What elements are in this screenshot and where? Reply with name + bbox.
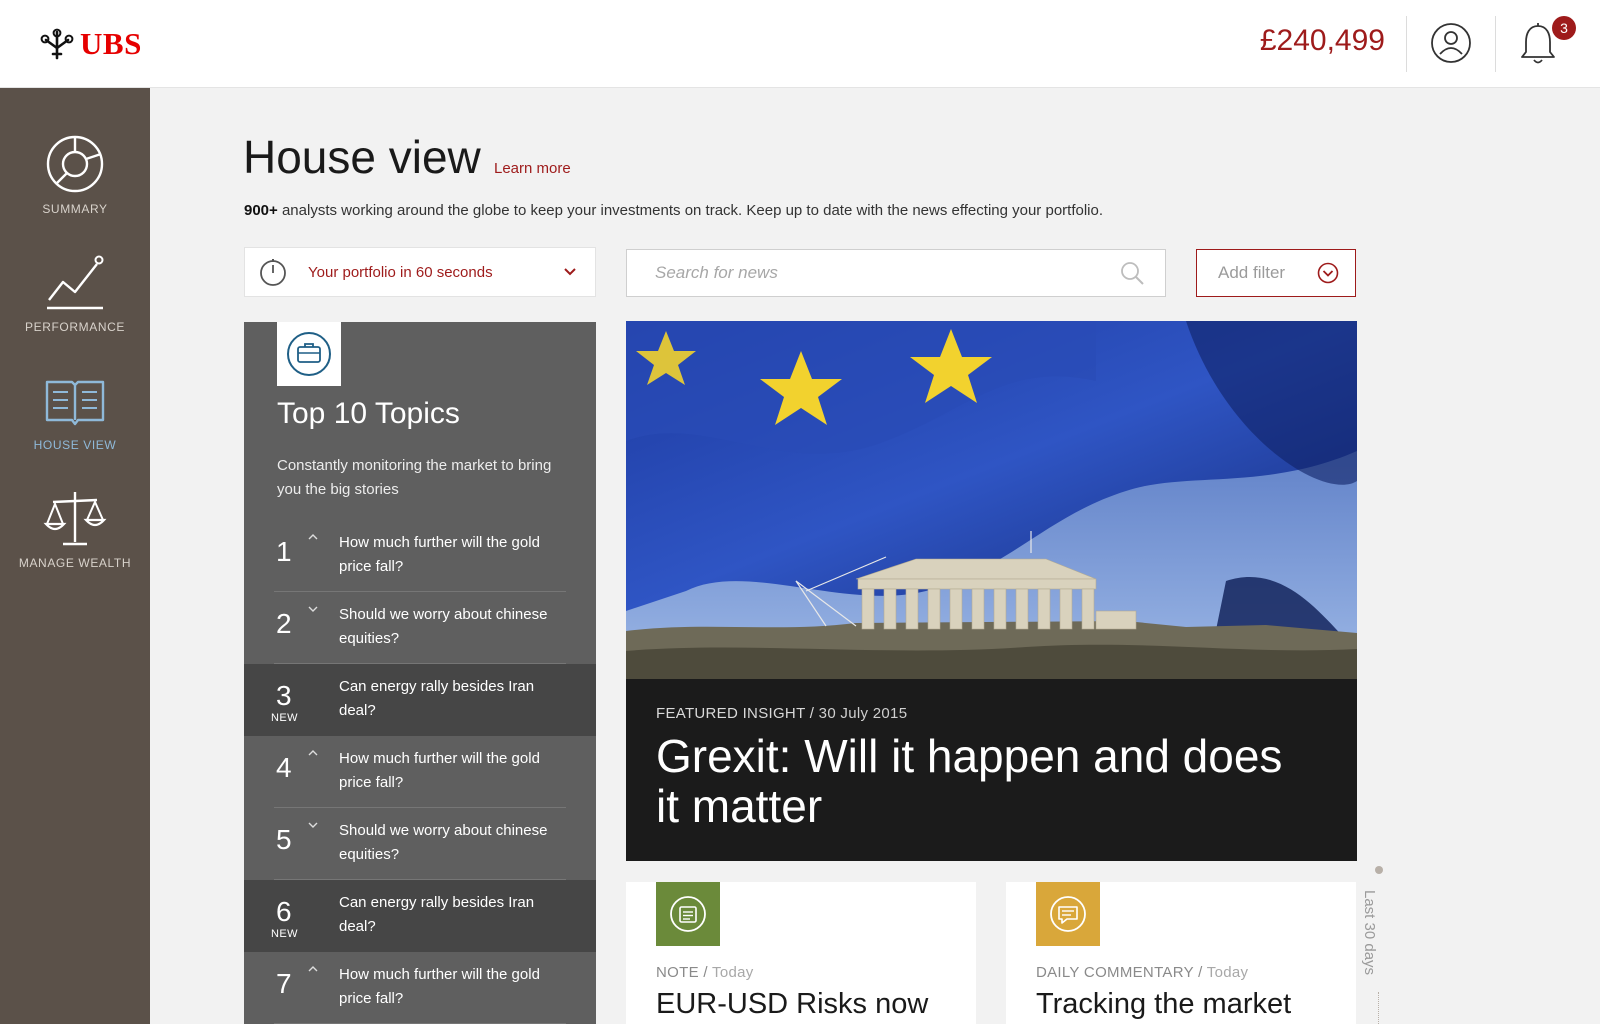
nav-label: HOUSE VIEW: [33, 438, 117, 452]
card-type: DAILY COMMENTARY: [1036, 964, 1194, 981]
topic-new-badge: NEW: [271, 928, 298, 940]
search-input[interactable]: [627, 250, 1119, 296]
topic-row[interactable]: 7 How much further will the gold price f…: [244, 952, 596, 1024]
news-card-daily-commentary[interactable]: DAILY COMMENTARY / Today Tracking the ma…: [1006, 882, 1356, 1024]
nav-item-house-view[interactable]: HOUSE VIEW: [0, 368, 150, 478]
top-header: UBS £240,499 3: [0, 0, 1600, 88]
ubs-keys-icon: [40, 28, 74, 60]
topics-title: Top 10 Topics: [277, 397, 460, 430]
topic-text: How much further will the gold price fal…: [339, 534, 540, 575]
topics-icon-box: [277, 322, 341, 386]
card-separator: /: [1198, 964, 1203, 981]
card-separator: /: [703, 964, 708, 981]
ubs-logo[interactable]: UBS: [40, 26, 142, 62]
user-icon: [1431, 23, 1471, 63]
briefcase-icon: [287, 332, 331, 376]
topics-description: Constantly monitoring the market to brin…: [277, 457, 552, 498]
topic-new-badge: NEW: [271, 712, 298, 724]
featured-type: FEATURED INSIGHT /: [656, 705, 815, 722]
stopwatch-icon: [260, 259, 286, 286]
featured-date: 30 July 2015: [818, 705, 908, 722]
line-chart-icon: [47, 255, 104, 310]
timeline-line: [1378, 992, 1379, 1024]
featured-image: [626, 321, 1357, 679]
timeline-label: Last 30 days: [1361, 890, 1378, 976]
intro-bold: 900+: [244, 202, 278, 219]
side-navigation: SUMMARY PERFORMANCE HOUSE VIEW MANAGE WE…: [0, 88, 150, 1024]
nav-item-performance[interactable]: PERFORMANCE: [0, 250, 150, 360]
featured-title: Grexit: Will it happen and does it matte…: [656, 730, 1283, 832]
topic-text: How much further will the gold price fal…: [339, 750, 540, 791]
topic-text: Should we worry about chinese equities?: [339, 822, 548, 863]
news-card-note[interactable]: NOTE / Today EUR-USD Risks now: [626, 882, 976, 1024]
notification-count-badge: 3: [1552, 16, 1576, 40]
topic-row[interactable]: 4 How much further will the gold price f…: [244, 736, 596, 808]
nav-label: MANAGE WEALTH: [18, 556, 132, 570]
user-profile-button[interactable]: [1430, 22, 1472, 64]
card-date: Today: [1206, 964, 1249, 981]
featured-insight-card[interactable]: FEATURED INSIGHT / 30 July 2015 Grexit: …: [626, 321, 1357, 861]
page-title: House view: [243, 131, 481, 183]
card-icon-box: [656, 882, 720, 946]
card-type: NOTE: [656, 964, 699, 981]
nav-item-manage-wealth[interactable]: MANAGE WEALTH: [0, 486, 150, 596]
timeline-dot: [1375, 866, 1383, 874]
add-filter-button[interactable]: Add filter: [1196, 249, 1356, 297]
chevron-down-icon: [564, 268, 576, 276]
summary-pie-icon: [46, 135, 104, 193]
card-title: EUR-USD Risks now: [656, 988, 929, 1020]
intro-text: 900+ analysts working around the globe t…: [244, 202, 1103, 219]
topic-rank: 6: [276, 896, 292, 927]
news-search: [626, 249, 1166, 297]
speech-bubble-icon: [1050, 896, 1086, 932]
portfolio-60s-dropdown[interactable]: Your portfolio in 60 seconds: [244, 247, 596, 297]
header-divider: [1495, 16, 1496, 72]
topic-rank: 4: [276, 752, 292, 783]
topic-row[interactable]: 3 NEW Can energy rally besides Iran deal…: [244, 664, 596, 736]
search-icon[interactable]: [1119, 260, 1145, 286]
topic-text: Can energy rally besides Iran deal?: [339, 678, 535, 719]
scales-icon: [43, 492, 107, 546]
eu-flag-parthenon-illustration: [626, 321, 1357, 679]
nav-label: SUMMARY: [42, 202, 108, 216]
topic-text: Should we worry about chinese equities?: [339, 606, 548, 647]
topic-row[interactable]: 6 NEW Can energy rally besides Iran deal…: [244, 880, 596, 952]
topic-row[interactable]: 5 Should we worry about chinese equities…: [244, 808, 596, 880]
top-topics-panel: Top 10 Topics Constantly monitoring the …: [244, 322, 596, 1024]
portfolio-select-label: Your portfolio in 60 seconds: [308, 263, 493, 281]
trend-up-icon: [308, 534, 318, 540]
topic-rank: 5: [276, 824, 292, 855]
note-icon: [670, 896, 706, 932]
card-icon-box: [1036, 882, 1100, 946]
topic-rank: 1: [276, 536, 292, 567]
open-book-icon: [45, 380, 105, 426]
card-meta: NOTE / Today: [656, 964, 754, 981]
chevron-circle-down-icon: [1317, 262, 1339, 284]
card-title: Tracking the market: [1036, 988, 1292, 1020]
trend-up-icon: [308, 966, 318, 972]
card-date: Today: [712, 964, 754, 981]
topic-rank: 2: [276, 608, 292, 639]
topic-rank: 3: [276, 680, 292, 711]
nav-item-summary[interactable]: SUMMARY: [0, 132, 150, 242]
featured-meta: FEATURED INSIGHT / 30 July 2015: [656, 705, 907, 722]
topic-text: How much further will the gold price fal…: [339, 966, 540, 1007]
header-divider: [1406, 16, 1407, 72]
card-meta: DAILY COMMENTARY / Today: [1036, 964, 1248, 981]
topic-rank: 7: [276, 968, 292, 999]
trend-down-icon: [308, 822, 318, 828]
portfolio-balance: £240,499: [1259, 24, 1385, 57]
trend-down-icon: [308, 606, 318, 612]
topic-text: Can energy rally besides Iran deal?: [339, 894, 535, 935]
topic-list: 1 How much further will the gold price f…: [244, 520, 596, 1024]
topic-row[interactable]: 2 Should we worry about chinese equities…: [244, 592, 596, 664]
nav-label: PERFORMANCE: [25, 320, 125, 334]
intro-rest: analysts working around the globe to kee…: [277, 202, 1104, 219]
logo-text: UBS: [80, 26, 142, 61]
add-filter-label: Add filter: [1218, 263, 1286, 282]
topic-row[interactable]: 1 How much further will the gold price f…: [244, 520, 596, 592]
trend-up-icon: [308, 750, 318, 756]
learn-more-link[interactable]: Learn more: [494, 160, 571, 177]
